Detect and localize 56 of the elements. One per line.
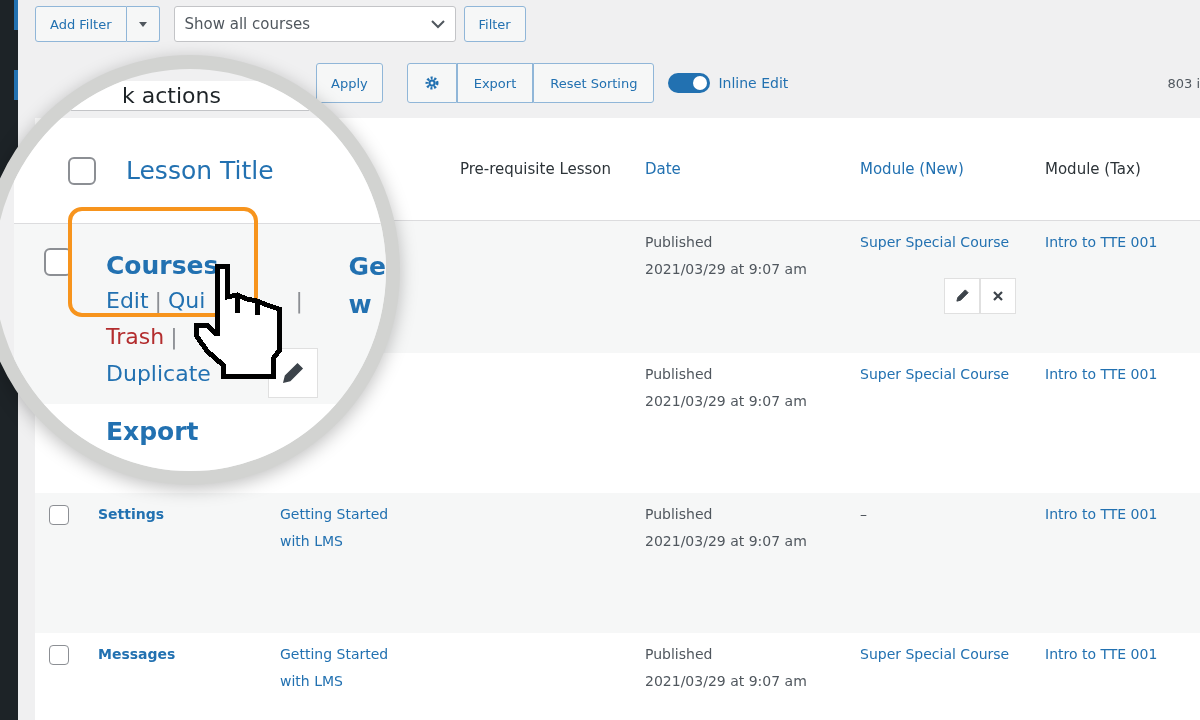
inline-edit-toggle[interactable] [668,73,711,93]
module-tax-link[interactable]: Intro to TTE 001 [1045,641,1200,668]
apply-button[interactable]: Apply [316,63,383,103]
settings-button[interactable] [406,63,457,103]
column-header[interactable]: Date [645,157,860,181]
clear-button[interactable] [980,277,1016,314]
empty-value: – [860,505,868,524]
lesson-title-link[interactable]: Settings [98,501,280,528]
row-action-link[interactable]: Edit [106,283,149,320]
post-status: Published [645,233,714,252]
post-date: 2021/03/29 at 9:07 am [645,671,808,691]
course-link[interactable]: Ge [348,248,386,286]
course-filter-select[interactable]: Show all courses [173,6,456,42]
row-action-link[interactable]: Trash [106,319,165,356]
row-checkbox[interactable] [49,505,69,525]
lesson-title-link[interactable]: Messages [98,641,280,668]
course-link[interactable]: Getting Started with LMS [280,641,460,695]
module-link[interactable]: Super Special Course [860,641,1045,668]
gear-icon [423,75,440,91]
row-action-link[interactable]: Qui [168,283,206,320]
pencil-icon [281,361,305,385]
separator: | [170,323,178,352]
toolbar-button[interactable]: Reset Sorting [533,63,655,103]
module-tax-link[interactable]: Intro to TTE 001 [1045,361,1200,388]
separator: | [154,287,163,315]
select-all-checkbox[interactable] [68,156,96,185]
row-action-link[interactable]: Duplicate [106,355,211,392]
course-link[interactable]: w [348,285,386,323]
post-date: 2021/03/29 at 9:07 am [645,391,808,411]
toolbar-button[interactable]: Export [456,63,534,103]
post-status: Published [645,505,714,524]
module-link[interactable]: Super Special Course [860,229,1045,256]
column-header[interactable]: Lesson Title [126,156,274,185]
post-date: 2021/03/29 at 9:07 am [645,531,808,551]
close-icon [992,289,1004,302]
course-link[interactable]: Getting Started with LMS [280,501,460,555]
inline-edit-label: Inline Edit [718,75,789,91]
row-checkbox[interactable] [49,645,69,665]
chevron-down-icon [430,19,445,29]
post-status: Published [645,645,714,664]
lesson-title-link[interactable]: Courses [106,248,315,283]
column-header[interactable]: Module (New) [860,157,1045,181]
separator: | [295,287,303,316]
module-tax-link[interactable]: Intro to TTE 001 [1045,501,1200,528]
filter-button[interactable]: Filter [463,6,526,42]
post-status: Published [645,365,714,384]
module-tax-link[interactable]: Intro to TTE 001 [1045,229,1200,256]
pencil-icon [954,288,970,304]
post-date: 2021/03/29 at 9:07 am [645,259,808,279]
edit-button[interactable] [944,277,980,314]
column-header: Pre-requisite Lesson [460,159,613,180]
caret-icon [138,21,147,27]
module-link[interactable]: Super Special Course [860,361,1045,388]
column-header: Module (Tax) [1045,159,1142,180]
add-filter-button[interactable]: Add Filter [35,6,127,42]
items-count: 803 i [1167,75,1200,91]
